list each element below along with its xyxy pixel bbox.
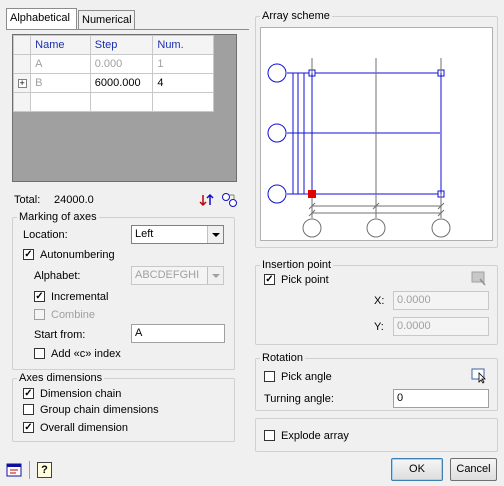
x-label: X:	[374, 295, 385, 307]
combine-label: Combine	[51, 309, 96, 321]
cell-num[interactable]: 4	[152, 73, 214, 93]
start-from-label: Start from:	[34, 329, 86, 341]
marking-of-axes-title: Marking of axes	[19, 211, 97, 223]
x-coordinate-input[interactable]: 0.0000	[393, 291, 489, 310]
toolbar-separator	[29, 461, 30, 479]
cancel-button[interactable]: Cancel	[450, 458, 497, 481]
tab-divider	[6, 29, 249, 30]
column-header-num[interactable]: Num.	[152, 35, 214, 55]
start-from-input[interactable]: A	[131, 324, 225, 343]
location-select[interactable]: Left	[131, 225, 224, 244]
tab-numerical[interactable]: Numerical	[78, 10, 135, 29]
cell-step[interactable]: 0.000	[89, 54, 154, 74]
y-coordinate-input[interactable]: 0.0000	[393, 317, 489, 336]
tab-numerical-label: Numerical	[82, 14, 132, 26]
dimension-chain-label: Dimension chain	[40, 388, 122, 400]
table-row[interactable]: A 0.000 1	[12, 54, 214, 74]
array-scheme-preview	[260, 27, 493, 241]
column-header-name[interactable]: Name	[30, 35, 91, 55]
axis-bubble-col-2	[366, 218, 386, 238]
axes-grid[interactable]: Name Step Num. A 0.000 1 + B 6000.000 4	[12, 34, 237, 182]
group-chain-label: Group chain dimensions	[40, 404, 159, 416]
axis-bubble-1	[267, 63, 287, 83]
table-row-empty[interactable]	[12, 92, 214, 112]
dimension-chain-checkbox[interactable]: ✓	[23, 388, 34, 399]
explode-array-label: Explode array	[281, 430, 349, 442]
swap-axes-icon[interactable]	[199, 193, 215, 207]
autonumbering-checkbox[interactable]: ✓	[23, 249, 34, 260]
alphabet-value: ABCDEFGHI	[135, 269, 200, 281]
cell-name[interactable]: A	[30, 54, 91, 74]
pick-angle-label: Pick angle	[281, 371, 332, 383]
combine-checkbox[interactable]	[34, 309, 45, 320]
pick-point-icon[interactable]	[471, 271, 487, 287]
y-label: Y:	[374, 321, 384, 333]
column-header-step[interactable]: Step	[89, 35, 154, 55]
pick-point-checkbox[interactable]: ✓	[264, 274, 275, 285]
add-index-label: Add «c» index	[51, 348, 121, 360]
array-options-icon[interactable]	[221, 192, 239, 208]
incremental-checkbox[interactable]: ✓	[34, 291, 45, 302]
cell-name[interactable]	[30, 92, 91, 112]
pick-point-label: Pick point	[281, 274, 329, 286]
expand-icon[interactable]: +	[17, 79, 27, 88]
ok-button[interactable]: OK	[391, 458, 443, 481]
group-chain-checkbox[interactable]	[23, 404, 34, 415]
total-label: Total:	[14, 194, 41, 206]
explode-array-checkbox[interactable]	[264, 430, 275, 441]
overall-dimension-label: Overall dimension	[40, 422, 129, 434]
add-index-checkbox[interactable]	[34, 348, 45, 359]
axes-dimensions-title: Axes dimensions	[19, 372, 103, 384]
turning-angle-input[interactable]: 0	[393, 389, 489, 408]
insertion-point-marker	[308, 190, 316, 198]
alphabet-select[interactable]: ABCDEFGHI	[131, 266, 224, 285]
row-header	[12, 54, 32, 74]
grid-header-row: Name Step Num.	[12, 35, 214, 55]
rotation-title: Rotation	[262, 352, 303, 364]
axes-table: Name Step Num. A 0.000 1 + B 6000.000 4	[12, 35, 214, 112]
cell-num[interactable]	[152, 92, 214, 112]
turning-angle-label: Turning angle:	[264, 393, 334, 405]
pick-angle-checkbox[interactable]	[264, 371, 275, 382]
row-header	[12, 92, 32, 112]
total-value: 24000.0	[54, 194, 94, 206]
array-scheme-title: Array scheme	[262, 10, 330, 22]
row-header: +	[12, 73, 32, 93]
location-value: Left	[135, 228, 154, 240]
chevron-down-icon	[207, 267, 223, 284]
table-row[interactable]: + B 6000.000 4	[12, 73, 214, 93]
insertion-point-title: Insertion point	[262, 259, 332, 271]
tab-alphabetical[interactable]: Alphabetical	[6, 8, 77, 30]
pick-angle-icon[interactable]	[471, 368, 487, 384]
cell-step[interactable]	[89, 92, 154, 112]
axis-bubble-col-1	[302, 218, 322, 238]
tab-alphabetical-label: Alphabetical	[10, 12, 70, 24]
settings-icon[interactable]	[6, 462, 24, 478]
chevron-down-icon	[207, 226, 223, 243]
location-label: Location:	[23, 229, 68, 241]
help-icon[interactable]: ?	[37, 462, 52, 478]
alphabet-label: Alphabet:	[34, 270, 81, 282]
axis-bubble-col-3	[431, 218, 451, 238]
grid-corner	[12, 35, 32, 55]
incremental-label: Incremental	[51, 291, 109, 303]
cell-step[interactable]: 6000.000	[89, 73, 154, 93]
cell-name[interactable]: B	[30, 73, 91, 93]
overall-dimension-checkbox[interactable]: ✓	[23, 422, 34, 433]
axis-bubble-2	[267, 123, 287, 143]
autonumbering-label: Autonumbering	[40, 249, 115, 261]
cell-num[interactable]: 1	[152, 54, 214, 74]
axis-bubble-3	[267, 184, 287, 204]
